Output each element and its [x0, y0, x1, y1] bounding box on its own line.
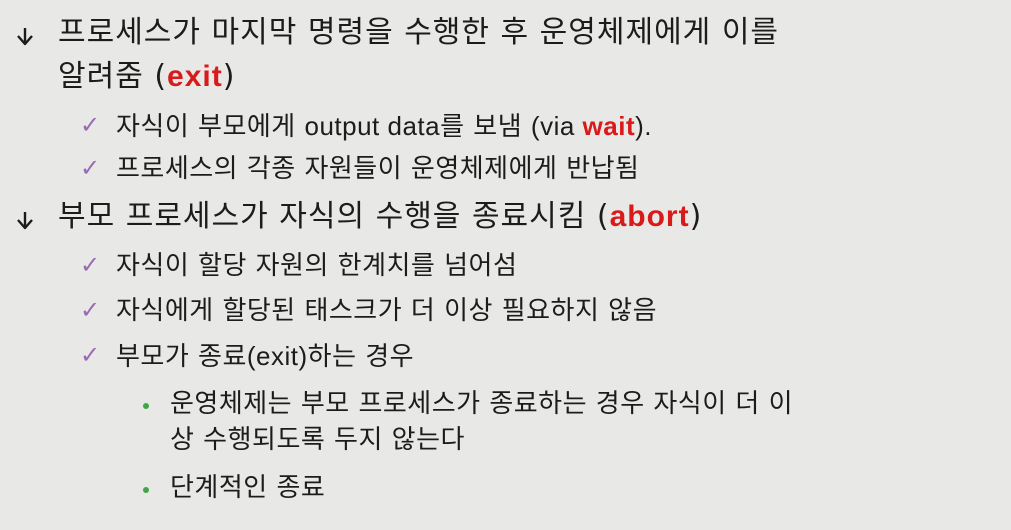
- check-mark-icon: ✓: [80, 111, 101, 139]
- subitem-1-1-mid: 를 보냄: [440, 112, 531, 142]
- subsubitem-2: 단계적인 종료: [170, 473, 326, 503]
- item-1-line-2-text: 알려줌 (: [58, 59, 168, 94]
- check-mark-icon: ✓: [80, 251, 101, 279]
- subitem-1-1-latin: output data: [304, 111, 441, 141]
- arrow-bullet-icon: [17, 212, 33, 230]
- subitem-1-1-text: 자식이 부모에게: [116, 112, 305, 142]
- slide: 프로세스가 마지막 명령을 수행한 후 운영체제에게 이를 알려줌 (exit)…: [0, 0, 1011, 530]
- check-mark-icon: ✓: [80, 341, 101, 369]
- dot-bullet-icon: [143, 403, 149, 409]
- item-1-line-1: 프로세스가 마지막 명령을 수행한 후 운영체제에게 이를: [58, 15, 780, 50]
- subitem-2-1: 자식이 할당 자원의 한계치를 넘어섬: [116, 251, 518, 281]
- subitem-1-1-via: (via: [530, 111, 583, 141]
- subsubitem-1-line-2: 상 수행되도록 두지 않는다: [170, 425, 465, 455]
- item-1-line-2-close: ): [222, 59, 236, 94]
- subitem-1-1: 자식이 부모에게 output data를 보냄 (via wait).: [116, 110, 652, 143]
- dot-bullet-icon: [143, 487, 149, 493]
- check-mark-icon: ✓: [80, 154, 101, 182]
- subitem-1-2: 프로세스의 각종 자원들이 운영체제에게 반납됨: [116, 154, 640, 184]
- check-mark-icon: ✓: [80, 296, 101, 324]
- abort-keyword: abort: [609, 200, 690, 233]
- subsubitem-1-line-1: 운영체제는 부모 프로세스가 종료하는 경우 자식이 더 이: [170, 389, 794, 419]
- subitem-2-3-text: 부모가 종료: [116, 342, 247, 372]
- subitem-2-2: 자식에게 할당된 태스크가 더 이상 필요하지 않음: [116, 296, 657, 326]
- item-2: 부모 프로세스가 자식의 수행을 종료시킴 (abort): [58, 199, 702, 235]
- item-2-close: ): [689, 199, 703, 234]
- wait-keyword: wait: [582, 111, 636, 141]
- subitem-2-3: 부모가 종료(exit)하는 경우: [116, 340, 414, 373]
- item-1-line-2: 알려줌 (exit): [58, 59, 235, 95]
- item-2-text: 부모 프로세스가 자식의 수행을 종료시킴 (: [58, 199, 610, 234]
- subitem-2-3-tail: 하는 경우: [307, 342, 415, 372]
- subitem-2-3-latin: (exit): [246, 341, 308, 371]
- subitem-1-1-close: ).: [635, 111, 652, 141]
- arrow-bullet-icon: [17, 28, 33, 46]
- exit-keyword: exit: [167, 60, 223, 93]
